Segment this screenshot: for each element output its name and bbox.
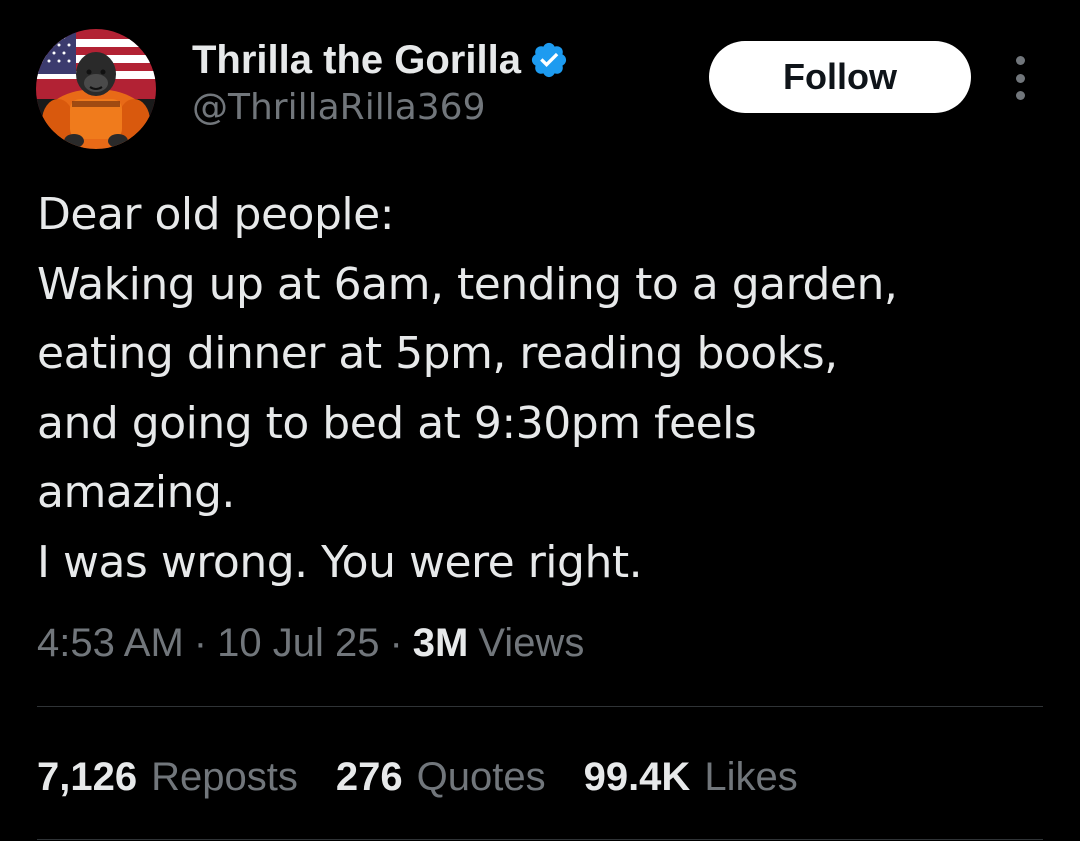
follow-button[interactable]: Follow	[709, 41, 971, 113]
quotes-label: Quotes	[416, 754, 546, 799]
dot	[1015, 73, 1025, 83]
more-dots-icon[interactable]	[1002, 56, 1038, 100]
likes-count: 99.4K	[583, 754, 691, 799]
verified-badge-icon[interactable]	[529, 40, 569, 80]
dot	[1015, 56, 1025, 65]
tweet-line: amazing.	[37, 467, 235, 518]
display-name-row: Thrilla the Gorilla	[192, 36, 569, 84]
tweet-text: Dear old people: Waking up at 6am, tendi…	[37, 180, 1047, 597]
tweet-header: Thrilla the Gorilla @ThrillaRilla369 Fol…	[0, 0, 1080, 160]
tweet-time[interactable]: 4:53 AM	[37, 621, 184, 666]
stat-likes[interactable]: 99.4K Likes	[584, 755, 798, 800]
quotes-count: 276	[335, 754, 403, 799]
tweet-line: and going to bed at 9:30pm feels	[37, 397, 757, 449]
separator: ·	[193, 620, 208, 665]
gorilla-avatar-icon[interactable]	[36, 29, 156, 149]
display-name[interactable]: Thrilla the Gorilla	[192, 36, 521, 84]
reposts-label: Reposts	[151, 754, 298, 799]
engagement-stats: 7,126 Reposts 276 Quotes 99.4K Likes	[37, 752, 836, 802]
tweet-date[interactable]: 10 Jul 25	[217, 621, 379, 666]
divider	[37, 839, 1043, 840]
reposts-count: 7,126	[37, 754, 138, 799]
divider	[37, 706, 1043, 707]
separator: ·	[389, 620, 403, 665]
tweet-line: Dear old people:	[37, 189, 395, 240]
views-count[interactable]: 3M	[413, 621, 469, 666]
stat-quotes[interactable]: 276 Quotes	[336, 755, 546, 800]
likes-label: Likes	[704, 754, 798, 799]
tweet-meta: 4:53 AM · 10 Jul 25 · 3M Views	[37, 618, 584, 668]
author-info: Thrilla the Gorilla @ThrillaRilla369	[192, 36, 569, 130]
views-label: Views	[478, 620, 585, 665]
tweet-line: eating dinner at 5pm, reading books,	[37, 328, 838, 379]
tweet-line: Waking up at 6am, tending to a garden,	[37, 258, 898, 310]
tweet-line: I was wrong. You were right.	[37, 536, 643, 588]
author-handle[interactable]: @ThrillaRilla369	[192, 86, 569, 130]
dot	[1015, 91, 1025, 100]
stat-reposts[interactable]: 7,126 Reposts	[37, 755, 298, 800]
